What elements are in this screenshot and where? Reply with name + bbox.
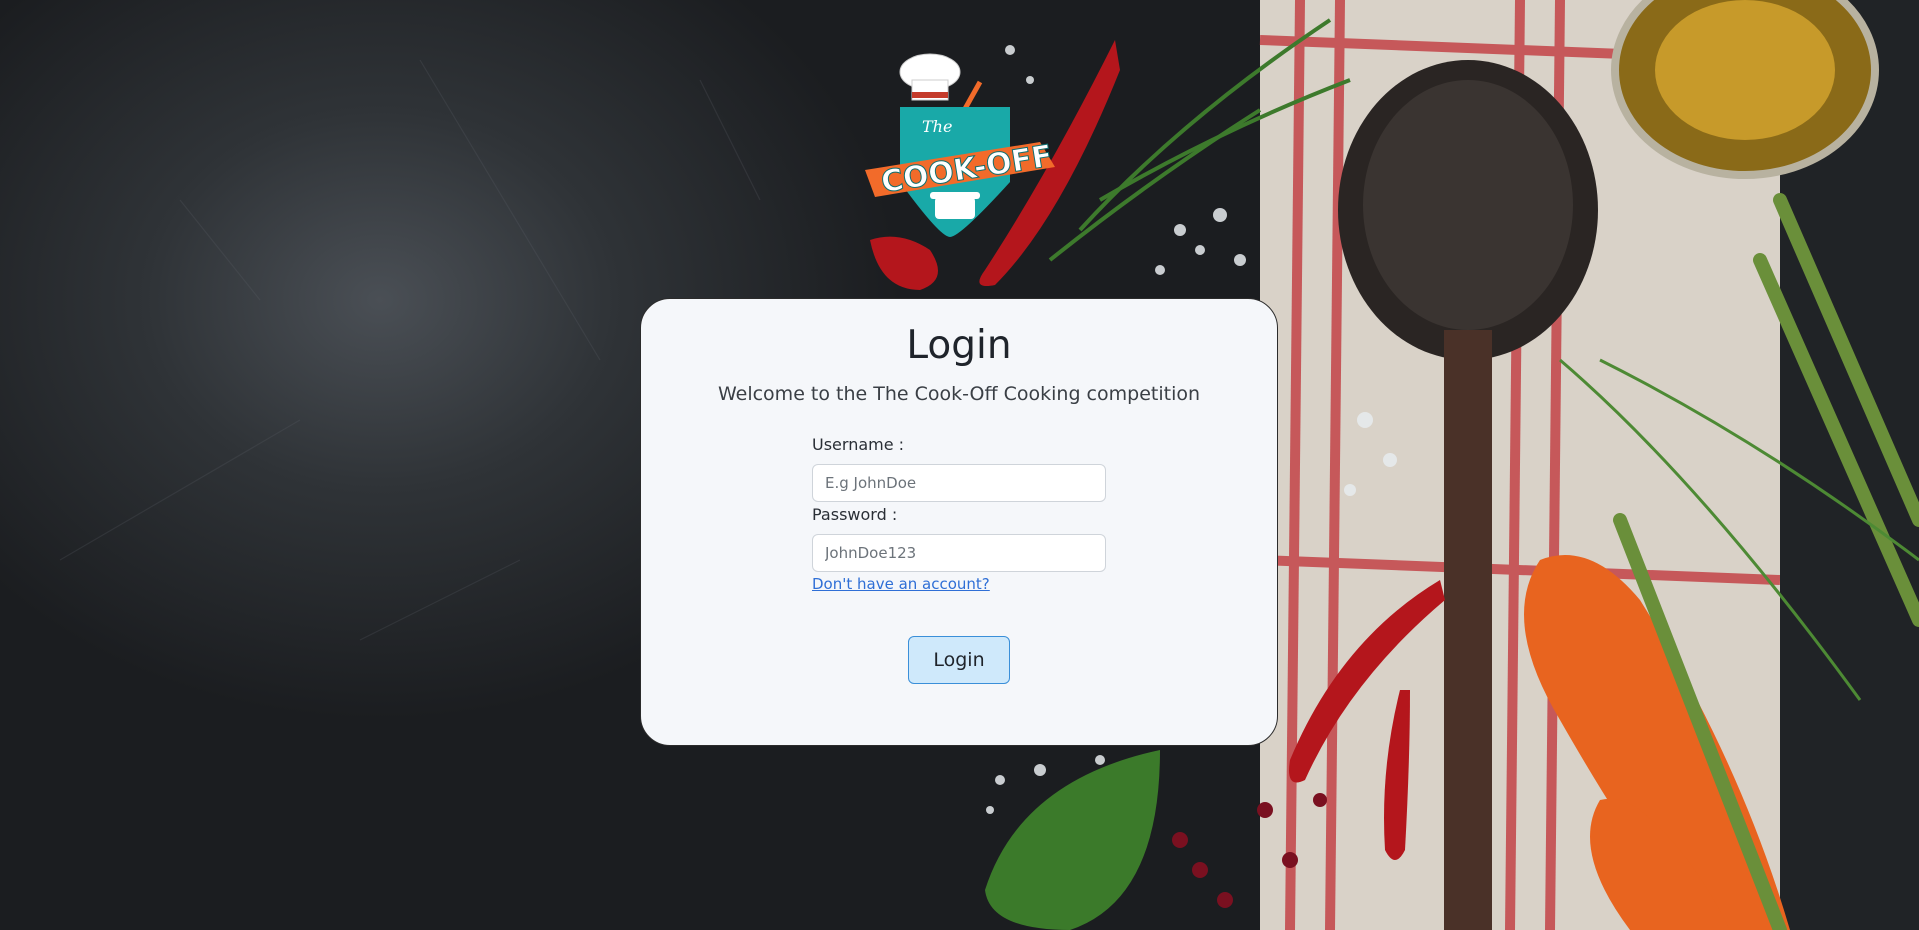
signup-link[interactable]: Don't have an account? <box>812 575 990 593</box>
cook-off-logo: The COOK-OFF <box>860 52 1060 242</box>
login-button[interactable]: Login <box>908 636 1010 684</box>
welcome-subtitle: Welcome to the The Cook-Off Cooking comp… <box>717 383 1201 405</box>
login-title: Login <box>906 323 1012 368</box>
username-label: Username : <box>812 435 905 454</box>
login-card: Login Welcome to the The Cook-Off Cookin… <box>640 298 1278 746</box>
username-input[interactable] <box>812 464 1106 502</box>
logo-top-text: The <box>922 117 952 136</box>
chef-hat-pot-logo-icon: The COOK-OFF <box>865 53 1055 237</box>
password-label: Password : <box>812 505 898 524</box>
password-input[interactable] <box>812 534 1106 572</box>
